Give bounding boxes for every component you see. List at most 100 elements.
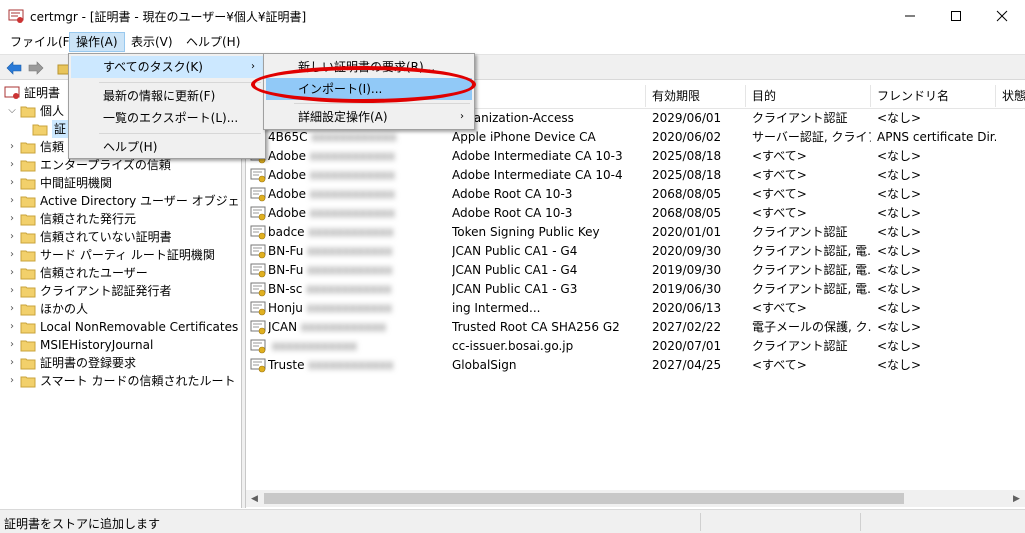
table-row[interactable]: 4B65C xxxxxxxxxxxx Apple iPhone Device CA… [246, 128, 1025, 147]
table-row[interactable]: BN-Fu xxxxxxxxxxxx JCAN Public CA1 - G4 20… [246, 242, 1025, 261]
cell-issuer: Adobe Root CA 10-3 [452, 187, 573, 201]
tree-item[interactable]: › 信頼されたユーザー [6, 264, 148, 282]
cell-friendly-name: <なし> [877, 263, 922, 277]
expand-icon[interactable]: › [6, 264, 18, 282]
cell-expiry: 2027/04/25 [652, 358, 722, 372]
table-row[interactable]: Adobe xxxxxxxxxxxx Adobe Intermediate CA … [246, 147, 1025, 166]
cell-purpose: <すべて> [752, 149, 807, 163]
cell-issued-to: Adobe xxxxxxxxxxxx [268, 168, 396, 182]
close-button[interactable] [979, 0, 1025, 31]
table-row[interactable]: JCAN xxxxxxxxxxxx Trusted Root CA SHA256 … [246, 318, 1025, 337]
back-button[interactable] [4, 58, 24, 78]
menu-view[interactable]: 表示(V) [125, 32, 179, 52]
column-status[interactable]: 状態 [996, 85, 1025, 107]
tree-item[interactable]: › スマート カードの信頼されたルート [6, 372, 235, 390]
menu-help[interactable]: ヘルプ(H) [180, 32, 246, 52]
column-friendly-name[interactable]: フレンドリ名 [871, 85, 996, 107]
expand-icon[interactable]: › [6, 138, 18, 156]
expand-icon[interactable]: › [6, 336, 18, 354]
cell-issued-to: xxxxxxxxxxxx [268, 337, 446, 356]
scrollbar-thumb[interactable] [264, 493, 904, 504]
redacted-text: xxxxxxxxxxxx [305, 187, 396, 201]
cell-issuer: GlobalSign [452, 358, 517, 372]
column-issuer[interactable]: 者 [446, 85, 646, 107]
folder-icon [20, 376, 36, 388]
tree-item[interactable]: › クライアント認証発行者 [6, 282, 172, 300]
tree-label: Local NonRemovable Certificates [40, 320, 239, 334]
cell-expiry: 2020/06/02 [652, 130, 722, 144]
redacted-text: xxxxxxxxxxxx [302, 282, 392, 296]
column-expiry[interactable]: 有効期限 [646, 85, 746, 107]
cell-expiry: 2020/06/13 [652, 301, 722, 315]
tree-item-personal-certificates[interactable]: 証 [30, 120, 69, 138]
tree-item[interactable]: › ほかの人 [6, 300, 88, 318]
tree-item[interactable]: › 証明書の登録要求 [6, 354, 136, 372]
cell-purpose: <すべて> [752, 206, 807, 220]
tree-item[interactable]: › 信頼 [6, 138, 64, 156]
folder-icon [32, 124, 48, 136]
column-purpose[interactable]: 目的 [746, 85, 871, 107]
expand-icon[interactable]: › [6, 372, 18, 390]
expand-icon[interactable]: › [6, 354, 18, 372]
table-row[interactable]: Adobe xxxxxxxxxxxx Adobe Intermediate CA … [246, 166, 1025, 185]
menu-action[interactable]: 操作(A) [69, 32, 125, 52]
close-icon [996, 10, 1008, 21]
certificate-icon [250, 187, 266, 202]
folder-icon [20, 214, 36, 226]
table-row[interactable]: Truste xxxxxxxxxxxx GlobalSign 2027/04/25 <… [246, 356, 1025, 375]
submenu-arrow-icon: › [460, 111, 464, 122]
cell-issuer: JCAN Public CA1 - G3 [452, 282, 578, 296]
table-row[interactable]: Honju xxxxxxxxxxxx ing Intermed... 2020/06… [246, 299, 1025, 318]
forward-button[interactable] [26, 58, 46, 78]
expand-icon[interactable]: › [6, 210, 18, 228]
tree-item[interactable]: › Local NonRemovable Certificates [6, 318, 238, 336]
expand-icon[interactable]: › [6, 174, 18, 192]
cell-issuer: Adobe Intermediate CA 10-3 [452, 149, 623, 163]
table-row[interactable]: BN-Fu xxxxxxxxxxxx JCAN Public CA1 - G4 20… [246, 261, 1025, 280]
tree-item-personal[interactable]: ⌵ 個人 [6, 102, 64, 120]
tree-label: スマート カードの信頼されたルート [40, 374, 236, 388]
table-row[interactable]: xxxxxxxxxxxx cc-issuer.bosai.go.jp 2020/07… [246, 337, 1025, 356]
folder-icon [20, 340, 36, 352]
table-row[interactable]: Adobe xxxxxxxxxxxx Adobe Root CA 10-3 2068… [246, 204, 1025, 223]
horizontal-scrollbar[interactable]: ◀ ▶ [246, 490, 1025, 507]
tree-item[interactable]: › 中間証明機関 [6, 174, 112, 192]
tree-label: 中間証明機関 [40, 176, 113, 190]
maximize-button[interactable] [933, 0, 979, 31]
menu-item-help[interactable]: ヘルプ(H) [71, 136, 263, 158]
tree-item[interactable]: › MSIEHistoryJournal [6, 336, 153, 354]
menu-item-advanced-operations[interactable]: 詳細設定操作(A) › [266, 106, 472, 128]
table-row[interactable]: Adobe xxxxxxxxxxxx Adobe Root CA 10-3 2068… [246, 185, 1025, 204]
expand-icon[interactable]: › [6, 228, 18, 246]
expand-icon[interactable]: › [6, 246, 18, 264]
table-row[interactable]: badce xxxxxxxxxxxx Token Signing Public K… [246, 223, 1025, 242]
tree-item[interactable]: › Active Directory ユーザー オブジェクト [6, 192, 241, 210]
expand-icon[interactable]: › [6, 318, 18, 336]
collapse-icon[interactable]: ⌵ [6, 102, 18, 120]
expand-icon[interactable]: › [6, 156, 18, 174]
tree-item-root[interactable]: 証明書 [4, 84, 60, 102]
cell-purpose: クライアント認証, 電... [752, 244, 871, 258]
tree-item[interactable]: › 信頼された発行元 [6, 210, 136, 228]
menu-item-label: 一覧のエクスポート(L)... [103, 111, 239, 125]
cell-expiry: 2020/07/01 [652, 339, 722, 353]
minimize-button[interactable] [887, 0, 933, 31]
expand-icon[interactable]: › [6, 192, 18, 210]
redacted-text: xxxxxxxxxxxx [297, 320, 387, 334]
tree-label: 信頼されていない証明書 [40, 230, 172, 244]
menu-item-export-list[interactable]: 一覧のエクスポート(L)... [71, 107, 263, 129]
expand-icon[interactable]: › [6, 282, 18, 300]
table-row[interactable]: BN-sc xxxxxxxxxxxx JCAN Public CA1 - G3 20… [246, 280, 1025, 299]
expand-icon[interactable]: › [6, 300, 18, 318]
cell-purpose: クライアント認証 [752, 339, 848, 353]
menu-item-refresh[interactable]: 最新の情報に更新(F) [71, 85, 263, 107]
window-title: certmgr - [証明書 - 現在のユーザー¥個人¥証明書] [30, 10, 307, 24]
scroll-right-icon[interactable]: ▶ [1008, 490, 1025, 507]
menu-item-all-tasks[interactable]: すべてのタスク(K) › [71, 56, 263, 78]
tree-item[interactable]: › サード パーティ ルート証明機関 [6, 246, 215, 264]
cell-friendly-name: <なし> [877, 168, 922, 182]
tree-label: 個人 [40, 104, 65, 118]
scroll-left-icon[interactable]: ◀ [246, 490, 263, 507]
cell-friendly-name: <なし> [877, 282, 922, 296]
tree-item[interactable]: › 信頼されていない証明書 [6, 228, 172, 246]
